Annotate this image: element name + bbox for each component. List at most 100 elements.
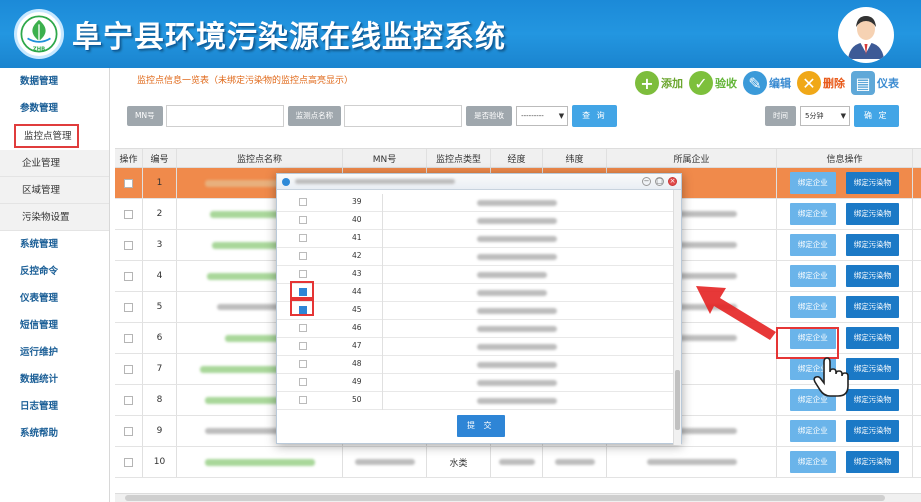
sidebar-item-monitor-points[interactable]: 监控点管理 bbox=[14, 124, 79, 148]
table-header: 操作 编号 监控点名称 MN号 监控点类型 经度 纬度 所属企业 信息操作 bbox=[115, 148, 921, 168]
logo-icon: ZHB bbox=[14, 9, 64, 59]
bind-pollutant-button[interactable]: 绑定污染物 bbox=[845, 389, 900, 411]
item-checkbox[interactable] bbox=[299, 234, 307, 242]
sidebar-item-sms[interactable]: 短信管理 bbox=[0, 312, 109, 339]
bind-pollutant-button[interactable]: 绑定污染物 bbox=[845, 451, 900, 473]
checkmark-icon: ✓ bbox=[689, 71, 713, 95]
sidebar-item-companies[interactable]: 企业管理 bbox=[0, 150, 109, 177]
scrollbar-thumb[interactable] bbox=[675, 370, 680, 430]
redacted-item bbox=[477, 380, 557, 386]
col-company: 所属企业 bbox=[607, 149, 777, 167]
bind-company-button[interactable]: 绑定企业 bbox=[789, 234, 836, 256]
row-no: 2 bbox=[143, 199, 177, 229]
query-button[interactable]: 查 询 bbox=[572, 105, 617, 127]
bind-pollutant-button[interactable]: 绑定污染物 bbox=[845, 327, 900, 349]
sidebar-item-statistics[interactable]: 数据统计 bbox=[0, 366, 109, 393]
bind-pollutant-dialog: − □ × 39 40 41 42 43 44 45 46 47 48 49 5… bbox=[276, 173, 682, 445]
item-number: 43 bbox=[352, 269, 362, 278]
sidebar-item-pollutants[interactable]: 污染物设置 bbox=[0, 204, 109, 231]
item-number: 46 bbox=[352, 323, 362, 332]
search-bar: MN号 监测点名称 是否验收 --------- ▼ 查 询 bbox=[127, 104, 617, 128]
meter-button[interactable]: ▤ 仪表 bbox=[851, 71, 899, 95]
bind-company-button[interactable]: 绑定企业 bbox=[789, 265, 836, 287]
sidebar-item-data[interactable]: 数据管理 bbox=[0, 68, 109, 95]
row-checkbox[interactable] bbox=[124, 209, 133, 219]
sidebar-item-regions[interactable]: 区域管理 bbox=[0, 177, 109, 204]
bind-company-button[interactable]: 绑定企业 bbox=[789, 420, 836, 442]
dialog-scrollbar[interactable] bbox=[673, 190, 681, 445]
bind-pollutant-button[interactable]: 绑定污染物 bbox=[845, 420, 900, 442]
row-checkbox[interactable] bbox=[124, 395, 133, 405]
item-checkbox[interactable] bbox=[299, 324, 307, 332]
redacted-item bbox=[477, 236, 557, 242]
item-checkbox[interactable] bbox=[299, 396, 307, 404]
horizontal-scrollbar[interactable] bbox=[115, 493, 921, 502]
sidebar-item-help[interactable]: 系统帮助 bbox=[0, 420, 109, 447]
bind-company-button[interactable]: 绑定企业 bbox=[789, 296, 836, 318]
item-checkbox[interactable] bbox=[299, 360, 307, 368]
item-number: 42 bbox=[352, 251, 362, 260]
row-checkbox[interactable] bbox=[124, 457, 133, 467]
submit-button[interactable]: 提 交 bbox=[457, 415, 505, 437]
item-checkbox[interactable] bbox=[299, 216, 307, 224]
add-button[interactable]: + 添加 bbox=[635, 71, 683, 95]
meter-icon: ▤ bbox=[851, 71, 875, 95]
time-label: 时间 bbox=[765, 106, 796, 126]
row-no: 1 bbox=[143, 168, 177, 198]
bind-pollutant-button[interactable]: 绑定污染物 bbox=[845, 265, 900, 287]
bind-pollutant-button[interactable]: 绑定污染物 bbox=[845, 234, 900, 256]
meter-label: 仪表 bbox=[877, 77, 899, 90]
user-avatar-icon[interactable] bbox=[838, 7, 894, 63]
col-mn: MN号 bbox=[343, 149, 427, 167]
item-checkbox[interactable] bbox=[299, 378, 307, 386]
sidebar-item-system[interactable]: 系统管理 bbox=[0, 231, 109, 258]
col-lng: 经度 bbox=[491, 149, 543, 167]
accepted-value: --------- bbox=[521, 112, 544, 120]
minimize-icon[interactable]: − bbox=[642, 177, 651, 186]
bind-company-button[interactable]: 绑定企业 bbox=[789, 451, 836, 473]
row-checkbox[interactable] bbox=[124, 333, 133, 343]
item-checkbox[interactable] bbox=[299, 198, 307, 206]
list-item: 49 bbox=[277, 374, 674, 392]
sidebar-item-remote-control[interactable]: 反控命令 bbox=[0, 258, 109, 285]
confirm-button[interactable]: 确 定 bbox=[854, 105, 899, 127]
row-checkbox[interactable] bbox=[124, 364, 133, 374]
bind-pollutant-button[interactable]: 绑定污染物 bbox=[845, 296, 900, 318]
col-lat: 纬度 bbox=[543, 149, 607, 167]
item-checkbox[interactable] bbox=[299, 252, 307, 260]
redacted-item bbox=[477, 254, 557, 260]
sidebar-item-meters[interactable]: 仪表管理 bbox=[0, 285, 109, 312]
name-input[interactable] bbox=[344, 105, 463, 127]
item-number: 39 bbox=[352, 197, 362, 206]
annotation-arrow-icon bbox=[696, 286, 776, 340]
sidebar-item-maintenance[interactable]: 运行维护 bbox=[0, 339, 109, 366]
mn-input[interactable] bbox=[165, 105, 284, 127]
time-select[interactable]: 5分钟 ▼ bbox=[800, 106, 850, 126]
bind-pollutant-button[interactable]: 绑定污染物 bbox=[845, 172, 900, 194]
bind-pollutant-button[interactable]: 绑定污染物 bbox=[845, 203, 900, 225]
bind-company-button[interactable]: 绑定企业 bbox=[789, 203, 836, 225]
list-item: 44 bbox=[277, 284, 674, 302]
item-checkbox[interactable] bbox=[299, 342, 307, 350]
sidebar-item-params[interactable]: 参数管理 bbox=[0, 95, 109, 122]
delete-button[interactable]: ✕ 删除 bbox=[797, 71, 845, 95]
bind-pollutant-button[interactable]: 绑定污染物 bbox=[845, 358, 900, 380]
check-button[interactable]: ✓ 验收 bbox=[689, 71, 737, 95]
item-checkbox[interactable] bbox=[299, 270, 307, 278]
edit-button[interactable]: ✎ 编辑 bbox=[743, 71, 791, 95]
app-title: 阜宁县环境污染源在线监控系统 bbox=[72, 20, 506, 55]
accepted-select[interactable]: --------- ▼ bbox=[516, 106, 569, 126]
row-checkbox[interactable] bbox=[124, 240, 133, 250]
row-checkbox[interactable] bbox=[124, 178, 133, 188]
close-icon[interactable]: × bbox=[668, 177, 677, 186]
bind-company-button[interactable]: 绑定企业 bbox=[789, 172, 836, 194]
maximize-icon[interactable]: □ bbox=[655, 177, 664, 186]
row-checkbox[interactable] bbox=[124, 302, 133, 312]
sidebar-item-logs[interactable]: 日志管理 bbox=[0, 393, 109, 420]
redacted-item bbox=[477, 218, 557, 224]
row-checkbox[interactable] bbox=[124, 271, 133, 281]
plus-icon: + bbox=[635, 71, 659, 95]
scrollbar-thumb[interactable] bbox=[125, 495, 885, 501]
row-checkbox[interactable] bbox=[124, 426, 133, 436]
annotation-box-bind-company bbox=[776, 327, 839, 359]
